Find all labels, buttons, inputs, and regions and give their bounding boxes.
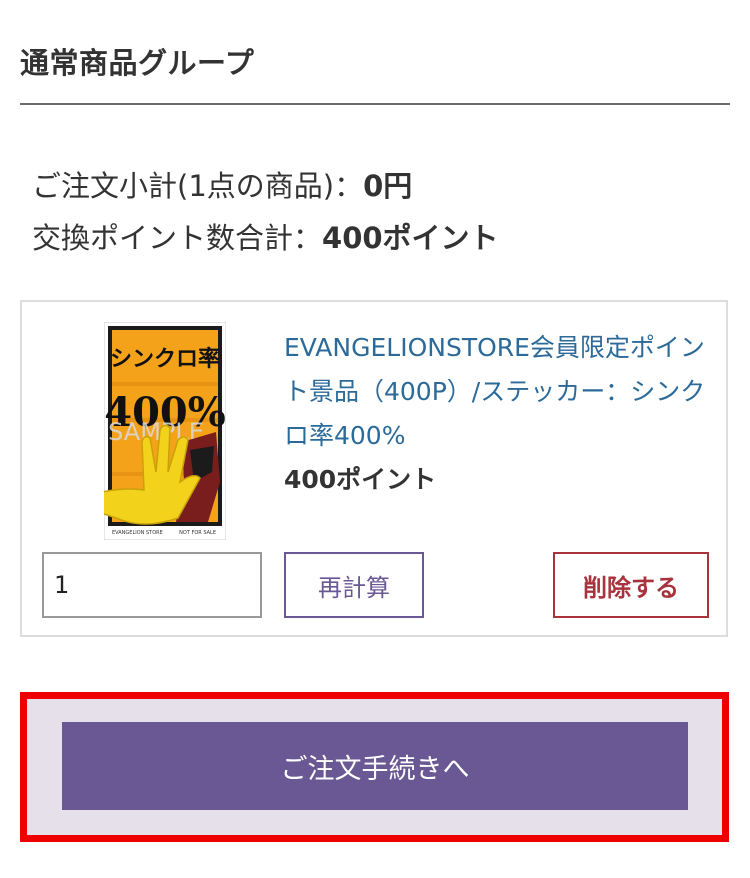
order-summary: ご注文小計(1点の商品)：0円 交換ポイント数合計：400ポイント (32, 160, 499, 264)
delete-button[interactable]: 削除する (553, 552, 709, 618)
subtotal-label: ご注文小計(1点の商品)： (32, 169, 364, 203)
points-total-value: 400ポイント (322, 221, 499, 255)
points-total-label: 交換ポイント数合計： (32, 221, 323, 255)
quantity-input[interactable] (42, 552, 262, 618)
product-name-link[interactable]: EVANGELIONSTORE会員限定ポイント景品（400P）/ステッカー：シン… (284, 326, 714, 458)
subtotal-value: 0円 (363, 169, 413, 203)
checkout-button[interactable]: ご注文手続きへ (62, 722, 688, 810)
product-price: 400ポイント (284, 465, 437, 494)
thumbnail-footer-right: NOT FOR SALE (179, 530, 216, 536)
section-divider (20, 103, 730, 105)
cart-item-card: シンクロ率 400% SAMPLE EVANGELION STORE NOT F… (20, 300, 728, 637)
thumbnail-footer-left: EVANGELION STORE (112, 530, 163, 536)
product-thumbnail[interactable]: シンクロ率 400% SAMPLE EVANGELION STORE NOT F… (104, 322, 226, 540)
section-title: 通常商品グループ (20, 46, 255, 80)
subtotal-row: ご注文小計(1点の商品)：0円 (32, 160, 499, 212)
points-total-row: 交換ポイント数合計：400ポイント (32, 212, 499, 264)
thumbnail-top-text: シンクロ率 (110, 346, 220, 372)
recalculate-button[interactable]: 再計算 (284, 552, 424, 618)
